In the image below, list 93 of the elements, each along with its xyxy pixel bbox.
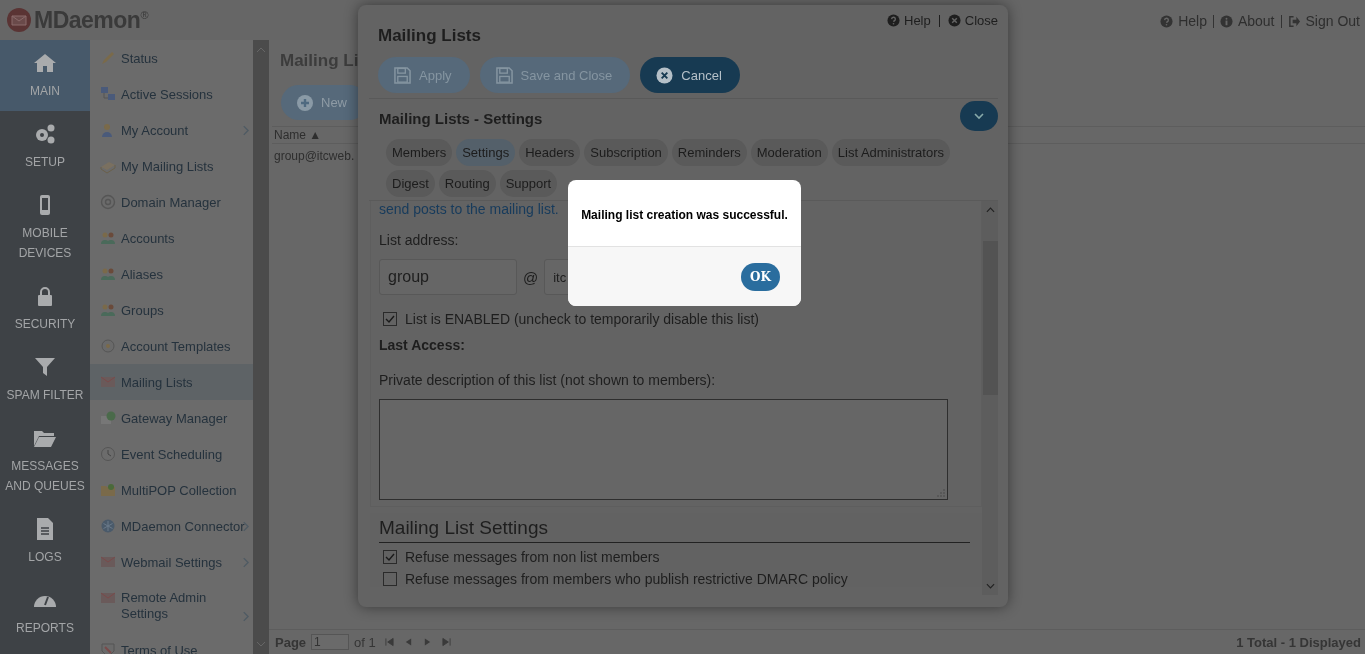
menu-item[interactable]: Active Sessions bbox=[90, 76, 253, 112]
menu-item[interactable]: Remote Admin Settings bbox=[90, 580, 253, 632]
monitor-icon bbox=[100, 86, 116, 102]
header-link[interactable]: Sign Out bbox=[1287, 13, 1360, 29]
scroll-up-icon[interactable] bbox=[256, 47, 266, 53]
clock-icon bbox=[100, 446, 116, 462]
table-cell-text: group@itcweb. bbox=[273, 148, 356, 165]
dialog-button[interactable]: Cancel bbox=[640, 57, 740, 93]
header-link[interactable]: About bbox=[1219, 13, 1275, 29]
tab[interactable]: Members bbox=[386, 139, 453, 166]
envelope-icon bbox=[100, 590, 116, 606]
folder-icon bbox=[100, 482, 116, 498]
nav-item[interactable]: REPORTS bbox=[0, 577, 90, 648]
nav-item[interactable]: SPAM FILTER bbox=[0, 344, 90, 415]
menu-item[interactable]: Webmail Settings bbox=[90, 544, 253, 580]
tab[interactable]: Settings bbox=[456, 139, 516, 166]
menu-item[interactable]: Gateway Manager bbox=[90, 400, 253, 436]
field-label: Last Access: bbox=[379, 337, 465, 353]
dialog-link[interactable]: Help bbox=[887, 13, 931, 28]
tab[interactable]: Subscription bbox=[584, 139, 668, 166]
people-icon bbox=[100, 230, 116, 246]
menu-item[interactable]: Groups bbox=[90, 292, 253, 328]
tab[interactable]: Digest bbox=[386, 170, 435, 197]
menu-item[interactable]: MDaemon Connector bbox=[90, 508, 253, 544]
nav-item[interactable]: SETUP bbox=[0, 111, 90, 182]
menu-item[interactable]: Mailing Lists bbox=[90, 364, 253, 400]
dialog-link[interactable]: Close bbox=[947, 13, 998, 28]
scroll-down-icon[interactable] bbox=[256, 641, 266, 647]
tab[interactable]: Routing bbox=[438, 170, 496, 197]
menu-item[interactable]: Aliases bbox=[90, 256, 253, 292]
menu-item[interactable]: Status bbox=[90, 40, 253, 76]
list-name-field[interactable]: group bbox=[379, 259, 517, 295]
nav-item[interactable]: SECURITY bbox=[0, 273, 90, 344]
tab[interactable]: Headers bbox=[519, 139, 581, 166]
menu-item[interactable]: MultiPOP Collection bbox=[90, 472, 253, 508]
collapse-button[interactable] bbox=[960, 100, 998, 131]
envelope-icon bbox=[100, 374, 116, 390]
tab[interactable]: Moderation bbox=[750, 139, 828, 166]
help-icon bbox=[1160, 14, 1174, 28]
nav-item[interactable]: MESSAGES AND QUEUES bbox=[0, 415, 90, 506]
people-icon bbox=[100, 302, 116, 318]
menu-item[interactable]: Account Templates bbox=[90, 328, 253, 364]
checkbox-label: Refuse messages from non list members bbox=[405, 549, 660, 565]
gears-icon bbox=[33, 122, 57, 146]
save-icon bbox=[394, 66, 411, 84]
funnel-icon bbox=[33, 355, 57, 379]
checkbox[interactable] bbox=[383, 572, 397, 586]
checkbox-label: List is ENABLED (uncheck to temporarily disable this list) bbox=[405, 311, 760, 327]
menu-item[interactable]: Terms of Use bbox=[90, 632, 253, 654]
house-icon bbox=[33, 51, 57, 75]
description-field[interactable] bbox=[379, 399, 948, 500]
info-icon bbox=[1219, 14, 1233, 28]
menu-item[interactable]: Event Scheduling bbox=[90, 436, 253, 472]
dialog-title: Mailing Lists bbox=[378, 26, 481, 46]
help-text: send posts to the mailing list. bbox=[379, 201, 559, 217]
chevron-down-icon bbox=[973, 111, 985, 120]
page-field[interactable]: 1 bbox=[311, 634, 350, 650]
menu-item[interactable]: Accounts bbox=[90, 220, 253, 256]
next-page-icon[interactable] bbox=[422, 637, 432, 647]
ok-button[interactable]: OK bbox=[741, 262, 780, 291]
tab[interactable]: Reminders bbox=[671, 139, 747, 166]
help-icon bbox=[887, 14, 900, 27]
last-page-icon[interactable] bbox=[441, 637, 451, 647]
tab[interactable]: List Administrators bbox=[831, 139, 950, 166]
pencil-icon bbox=[100, 50, 116, 66]
save-icon bbox=[495, 66, 513, 84]
field-label: Private description of this list (not shown to members): bbox=[379, 372, 716, 388]
header-link[interactable]: Help bbox=[1160, 13, 1207, 29]
logo-icon bbox=[6, 7, 32, 33]
checkbox[interactable] bbox=[383, 312, 397, 326]
envelope-icon bbox=[100, 554, 116, 570]
field-label: List address: bbox=[379, 232, 459, 248]
scroll-down-icon[interactable] bbox=[985, 583, 995, 589]
checkbox-label: Refuse messages from members who publish restrictive DMARC policy bbox=[405, 571, 848, 587]
section-heading: Mailing List Settings bbox=[379, 517, 970, 543]
menu-item[interactable]: My Mailing Lists bbox=[90, 148, 253, 184]
column-header[interactable]: Name ▲ bbox=[274, 128, 322, 142]
first-page-icon[interactable] bbox=[384, 637, 394, 647]
people-icon bbox=[100, 266, 116, 282]
tab[interactable]: Support bbox=[499, 170, 558, 197]
nav-item[interactable]: MOBILE DEVICES bbox=[0, 182, 90, 273]
close-icon bbox=[947, 14, 961, 27]
snowflake-icon bbox=[100, 518, 116, 534]
plus-icon bbox=[297, 94, 313, 111]
at-sign: @ bbox=[523, 268, 539, 286]
nav-item[interactable]: LOGS bbox=[0, 506, 90, 577]
menu-item[interactable]: My Account bbox=[90, 112, 253, 148]
scroll-up-icon[interactable] bbox=[985, 207, 995, 213]
nav-item[interactable]: MAIN bbox=[0, 40, 90, 111]
sign-out-icon bbox=[1287, 14, 1301, 28]
menu-item[interactable]: Domain Manager bbox=[90, 184, 253, 220]
checkbox[interactable] bbox=[383, 550, 397, 564]
cancel-icon bbox=[656, 66, 674, 84]
